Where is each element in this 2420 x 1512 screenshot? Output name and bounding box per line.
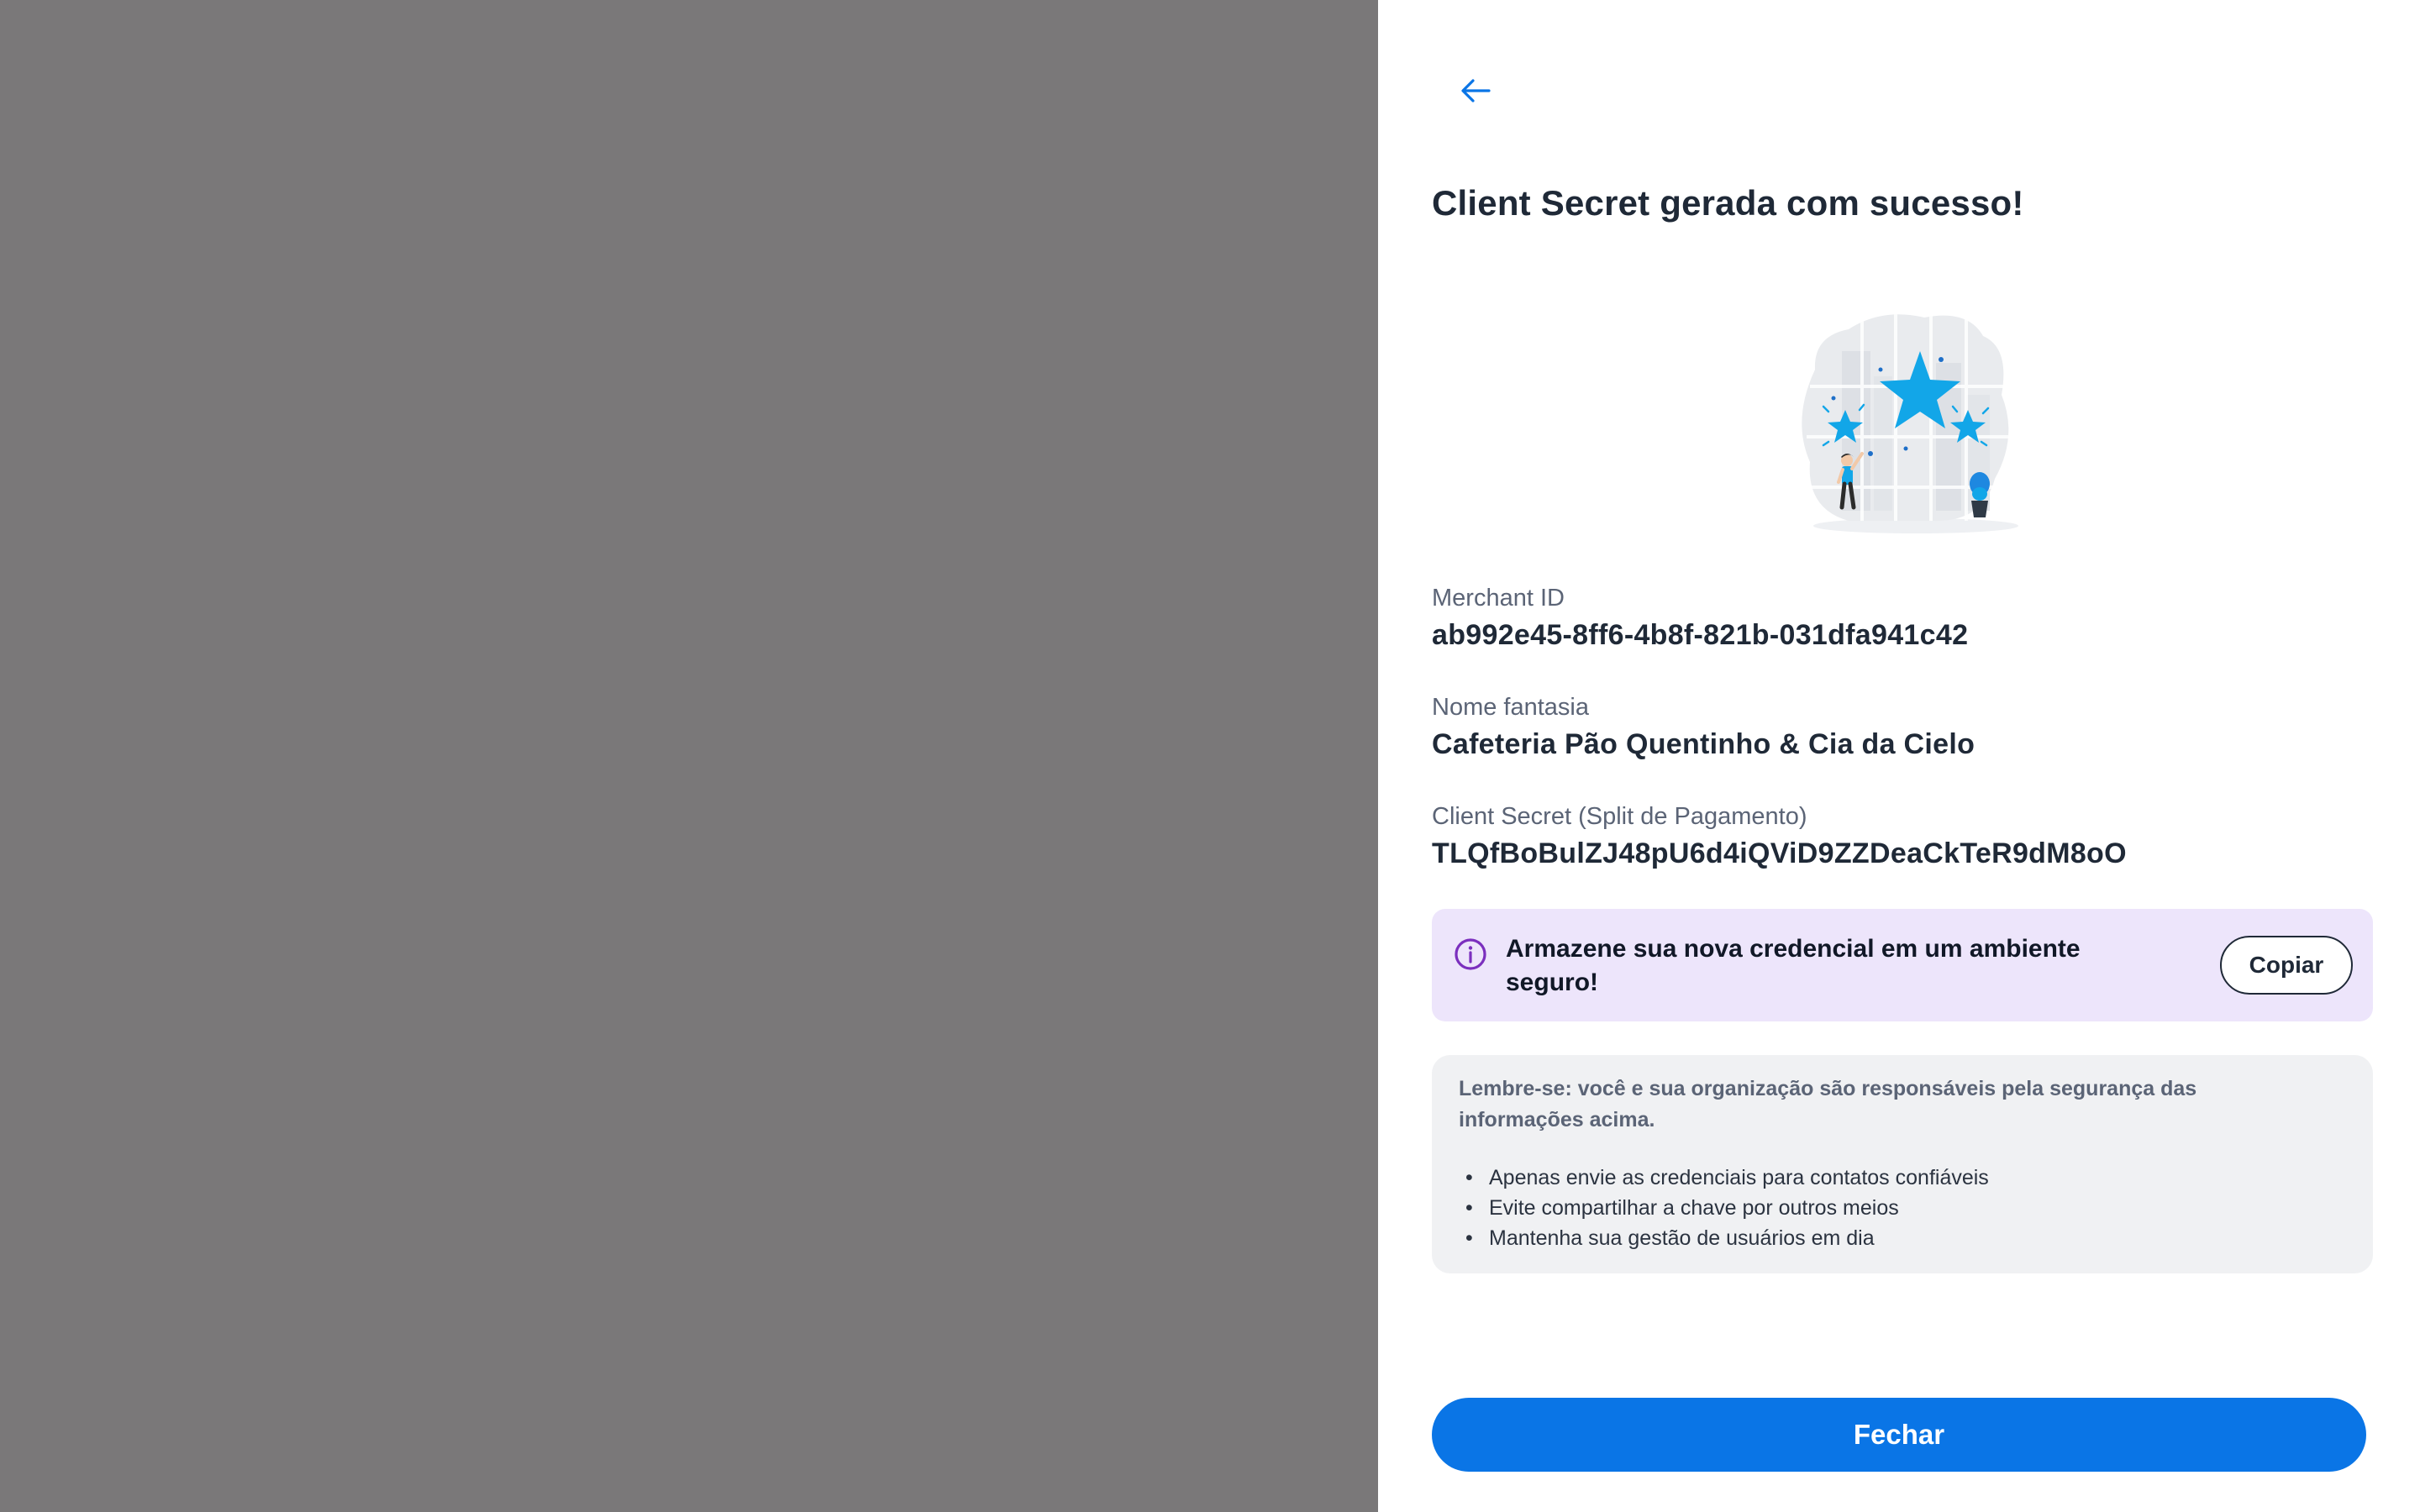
modal-backdrop[interactable] — [0, 0, 1378, 1512]
list-item: • Mantenha sua gestão de usuários em dia — [1465, 1226, 1875, 1250]
side-panel: Client Secret gerada com sucesso! Mercha… — [1378, 0, 2420, 1512]
reminder-heading: Lembre-se: você e sua organização são re… — [1459, 1077, 2197, 1131]
trade-name-field: Nome fantasia Cafeteria Pão Quentinho & … — [1432, 694, 1975, 761]
client-secret-field: Client Secret (Split de Pagamento) TLQfB… — [1432, 803, 2127, 870]
list-item: • Apenas envie as credenciais para contat… — [1465, 1166, 1989, 1189]
reminder-box: Lembre-se: você e sua organização são re… — [1432, 1055, 2373, 1273]
merchant-id-value: ab992e45-8ff6-4b8f-821b-031dfa941c42 — [1432, 619, 1969, 651]
close-button[interactable]: Fechar — [1432, 1398, 2366, 1472]
reminder-list: • Apenas envie as credenciais para contat… — [1459, 1163, 2346, 1253]
merchant-id-field: Merchant ID ab992e45-8ff6-4b8f-821b-031d… — [1432, 585, 1968, 652]
reminder-item-text: Mantenha sua gestão de usuários em dia — [1489, 1226, 1875, 1250]
trade-name-value: Cafeteria Pão Quentinho & Cia da Cielo — [1432, 728, 1975, 760]
reminder-item-text: Evite compartilhar a chave por outros me… — [1489, 1196, 1899, 1220]
security-notice: Armazene sua nova credencial em um ambie… — [1432, 909, 2373, 1021]
back-button[interactable] — [1449, 64, 1502, 118]
trade-name-label: Nome fantasia — [1432, 694, 1589, 721]
info-icon — [1455, 938, 1486, 970]
merchant-id-label: Merchant ID — [1432, 585, 1565, 612]
page-title: Client Secret gerada com sucesso! — [1432, 183, 2024, 223]
security-notice-text: Armazene sua nova credencial em um ambie… — [1506, 935, 2081, 996]
reminder-item-text: Apenas envie as credenciais para contato… — [1489, 1166, 1989, 1189]
client-secret-label: Client Secret (Split de Pagamento) — [1432, 803, 1807, 830]
list-item: • Evite compartilhar a chave por outros m… — [1465, 1196, 1899, 1220]
success-stars-illustration — [1781, 311, 2033, 538]
copy-button[interactable]: Copiar — [2220, 936, 2353, 995]
arrow-left-icon — [1461, 79, 1491, 102]
client-secret-value: TLQfBoBulZJ48pU6d4iQViD9ZZDeaCkTeR9dM8oO — [1432, 837, 2127, 869]
